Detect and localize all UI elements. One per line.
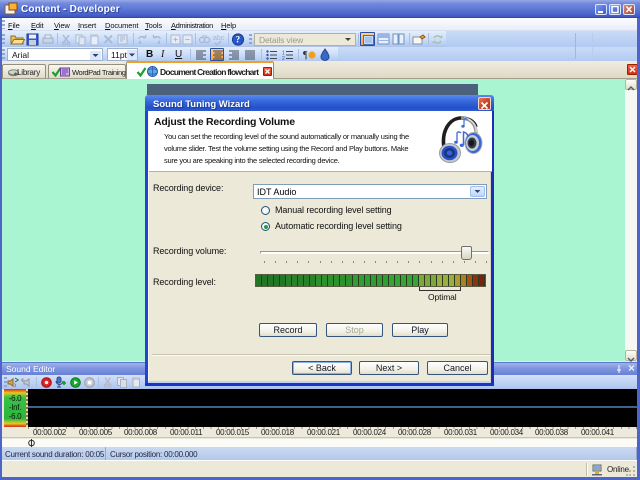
svg-text:abc: abc <box>213 35 225 42</box>
svg-text:2: 2 <box>282 56 285 60</box>
svg-text:¶: ¶ <box>303 50 308 61</box>
svg-text:?: ? <box>236 35 241 45</box>
